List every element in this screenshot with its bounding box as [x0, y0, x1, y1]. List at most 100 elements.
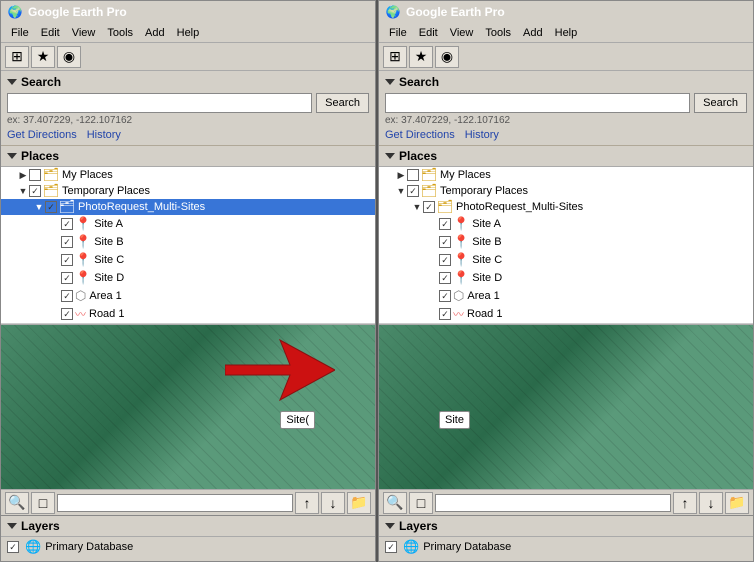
expander-my-places-right[interactable]: ▶ — [395, 169, 407, 181]
tree-site-d-right[interactable]: 📍 Site D — [379, 269, 753, 287]
tree-site-b-left[interactable]: 📍 Site B — [1, 233, 375, 251]
my-places-label-left: My Places — [62, 169, 113, 181]
chk-site-b-right[interactable] — [439, 236, 451, 248]
menu-edit-left[interactable]: Edit — [35, 27, 66, 39]
temp-places-label-left: Temporary Places — [62, 185, 150, 197]
tree-site-c-right[interactable]: 📍 Site C — [379, 251, 753, 269]
menu-add-left[interactable]: Add — [139, 27, 171, 39]
expander-photo-left[interactable]: ▼ — [33, 201, 45, 213]
folder-btn-bottom-left[interactable]: 📁 — [347, 492, 371, 514]
search-btn-bottom-right[interactable]: 🔍 — [383, 492, 407, 514]
menu-view-right[interactable]: View — [444, 27, 480, 39]
chk-site-d-right[interactable] — [439, 272, 451, 284]
menu-add-right[interactable]: Add — [517, 27, 549, 39]
tree-site-c-left[interactable]: 📍 Site C — [1, 251, 375, 269]
chk-site-c-right[interactable] — [439, 254, 451, 266]
area-icon-left: ⬡ — [75, 288, 86, 304]
search-btn-bottom-left[interactable]: 🔍 — [5, 492, 29, 514]
menu-view-left[interactable]: View — [66, 27, 102, 39]
checkbox-photo-right[interactable] — [423, 201, 435, 213]
tree-site-d-left[interactable]: 📍 Site D — [1, 269, 375, 287]
expander-temp-right[interactable]: ▼ — [395, 185, 407, 197]
tree-temp-places-left[interactable]: ▼ 🗂 Temporary Places — [1, 183, 375, 199]
search-links-left: Get Directions History — [7, 129, 369, 141]
square-btn-bottom-right[interactable]: □ — [409, 492, 433, 514]
search-button-left[interactable]: Search — [316, 93, 369, 113]
menu-file-left[interactable]: File — [5, 27, 35, 39]
layers-header-left: Layers — [1, 516, 375, 537]
menu-file-right[interactable]: File — [383, 27, 413, 39]
toolbar-btn1-right[interactable]: ⊞ — [383, 46, 407, 68]
chk-primary-db-left[interactable] — [7, 541, 19, 553]
tree-my-places-right[interactable]: ▶ 🗂 My Places — [379, 167, 753, 183]
menu-bar-left: File Edit View Tools Add Help — [1, 23, 375, 43]
checkbox-temp-left[interactable] — [29, 185, 41, 197]
expander-photo-right[interactable]: ▼ — [411, 201, 423, 213]
tree-site-b-right[interactable]: 📍 Site B — [379, 233, 753, 251]
tree-photo-request-left[interactable]: ▼ 🗂 PhotoRequest_Multi-Sites — [1, 199, 375, 215]
site-b-label-left: Site B — [94, 236, 123, 248]
tree-site-a-left[interactable]: 📍 Site A — [1, 215, 375, 233]
chk-site-a-left[interactable] — [61, 218, 73, 230]
get-directions-link-left[interactable]: Get Directions — [7, 129, 77, 141]
tree-area1-left[interactable]: ⬡ Area 1 — [1, 287, 375, 305]
places-label-right: Places — [399, 149, 437, 163]
history-link-left[interactable]: History — [87, 129, 121, 141]
tree-photo-request-right[interactable]: ▼ 🗂 PhotoRequest_Multi-Sites — [379, 199, 753, 215]
toolbar-btn3-left[interactable]: ◉ — [57, 46, 81, 68]
tree-road1-left[interactable]: 〰 Road 1 — [1, 305, 375, 323]
up-btn-bottom-left[interactable]: ↑ — [295, 492, 319, 514]
filter-input-right[interactable] — [435, 494, 671, 512]
checkbox-my-places-right[interactable] — [407, 169, 419, 181]
menu-help-right[interactable]: Help — [549, 27, 584, 39]
chk-site-c-left[interactable] — [61, 254, 73, 266]
menu-tools-left[interactable]: Tools — [101, 27, 139, 39]
photo-request-label-left: PhotoRequest_Multi-Sites — [78, 201, 205, 213]
down-btn-bottom-left[interactable]: ↓ — [321, 492, 345, 514]
checkbox-photo-left[interactable] — [45, 201, 57, 213]
menu-edit-right[interactable]: Edit — [413, 27, 444, 39]
toolbar-btn2-left[interactable]: ★ — [31, 46, 55, 68]
search-input-right[interactable] — [385, 93, 690, 113]
folder-btn-bottom-right[interactable]: 📁 — [725, 492, 749, 514]
primary-db-item-left[interactable]: 🌐 Primary Database — [1, 537, 375, 557]
tree-temp-places-right[interactable]: ▼ 🗂 Temporary Places — [379, 183, 753, 199]
chk-road1-left[interactable] — [61, 308, 73, 320]
menu-bar-right: File Edit View Tools Add Help — [379, 23, 753, 43]
expander-my-places-left[interactable]: ▶ — [17, 169, 29, 181]
chk-site-d-left[interactable] — [61, 272, 73, 284]
tree-site-a-right[interactable]: 📍 Site A — [379, 215, 753, 233]
toolbar-btn2-right[interactable]: ★ — [409, 46, 433, 68]
folder-icon-temp-right: 🗂 — [421, 184, 437, 198]
menu-tools-right[interactable]: Tools — [479, 27, 517, 39]
filter-input-left[interactable] — [57, 494, 293, 512]
toolbar-btn3-right[interactable]: ◉ — [435, 46, 459, 68]
get-directions-link-right[interactable]: Get Directions — [385, 129, 455, 141]
tree-my-places-left[interactable]: ▶ 🗂 My Places — [1, 167, 375, 183]
chk-area1-left[interactable] — [61, 290, 73, 302]
history-link-right[interactable]: History — [465, 129, 499, 141]
tree-road1-right[interactable]: 〰 Road 1 — [379, 305, 753, 323]
tree-area1-right[interactable]: ⬡ Area 1 — [379, 287, 753, 305]
triangle-icon-left — [7, 79, 17, 85]
square-btn-bottom-left[interactable]: □ — [31, 492, 55, 514]
red-arrow-left — [225, 335, 335, 405]
primary-db-item-right[interactable]: 🌐 Primary Database — [379, 537, 753, 557]
chk-primary-db-right[interactable] — [385, 541, 397, 553]
chk-area1-right[interactable] — [439, 290, 451, 302]
menu-help-left[interactable]: Help — [171, 27, 206, 39]
search-input-left[interactable] — [7, 93, 312, 113]
layers-section-left: Layers 🌐 Primary Database — [1, 515, 375, 561]
search-button-right[interactable]: Search — [694, 93, 747, 113]
toolbar-btn1-left[interactable]: ⊞ — [5, 46, 29, 68]
road-icon-right: 〰 — [453, 306, 464, 322]
checkbox-temp-right[interactable] — [407, 185, 419, 197]
up-btn-bottom-right[interactable]: ↑ — [673, 492, 697, 514]
chk-site-b-left[interactable] — [61, 236, 73, 248]
down-btn-bottom-right[interactable]: ↓ — [699, 492, 723, 514]
expander-temp-left[interactable]: ▼ — [17, 185, 29, 197]
chk-site-a-right[interactable] — [439, 218, 451, 230]
chk-road1-right[interactable] — [439, 308, 451, 320]
checkbox-my-places-left[interactable] — [29, 169, 41, 181]
places-label-left: Places — [21, 149, 59, 163]
